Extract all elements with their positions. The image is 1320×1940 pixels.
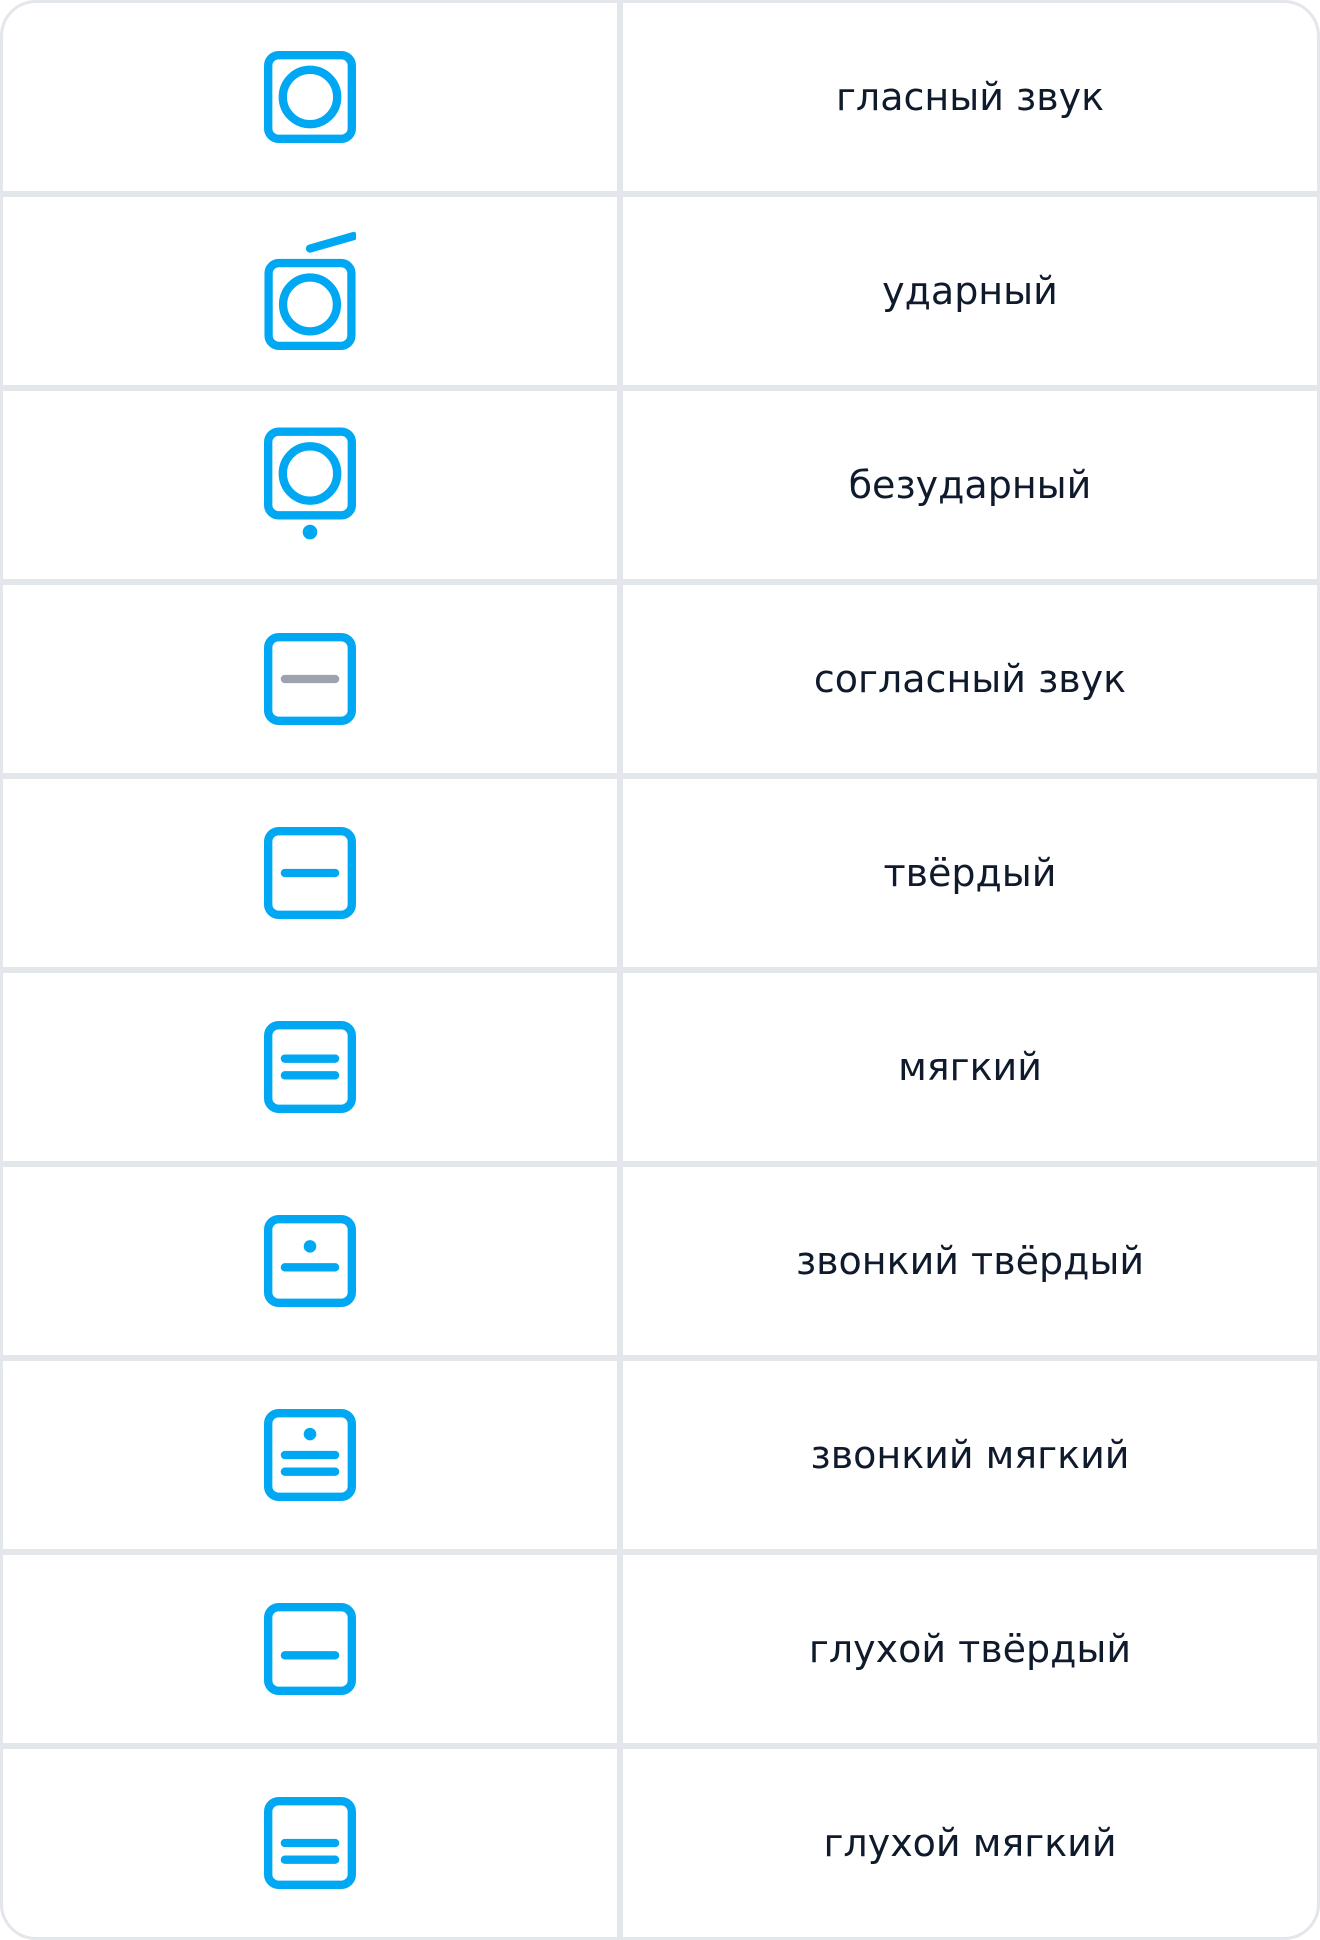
voiceless-soft-icon [3,1749,617,1937]
consonant-icon [3,585,617,773]
phonetic-legend-table: гласный звук ударный безударныйсогласный… [0,0,1320,1940]
voiced-hard-icon [3,1167,617,1355]
legend-label: мягкий [623,973,1317,1161]
table-row: мягкий [3,973,1317,1161]
legend-label: глухой мягкий [623,1749,1317,1937]
table-row: глухой твёрдый [3,1555,1317,1743]
table-row: звонкий мягкий [3,1361,1317,1549]
legend-label: звонкий твёрдый [623,1167,1317,1355]
legend-label: гласный звук [623,3,1317,191]
table-row: безударный [3,391,1317,579]
table-row: гласный звук [3,3,1317,191]
vowel-stressed-icon [3,197,617,385]
vowel-icon [3,3,617,191]
table-row: согласный звук [3,585,1317,773]
vowel-unstressed-icon [3,391,617,579]
legend-label: звонкий мягкий [623,1361,1317,1549]
voiceless-hard-icon [3,1555,617,1743]
voiced-soft-icon [3,1361,617,1549]
table-row: ударный [3,197,1317,385]
legend-label: согласный звук [623,585,1317,773]
soft-icon [3,973,617,1161]
legend-label: глухой твёрдый [623,1555,1317,1743]
legend-label: ударный [623,197,1317,385]
hard-icon [3,779,617,967]
legend-label: твёрдый [623,779,1317,967]
table-row: звонкий твёрдый [3,1167,1317,1355]
table-row: глухой мягкий [3,1749,1317,1937]
table-row: твёрдый [3,779,1317,967]
legend-label: безударный [623,391,1317,579]
